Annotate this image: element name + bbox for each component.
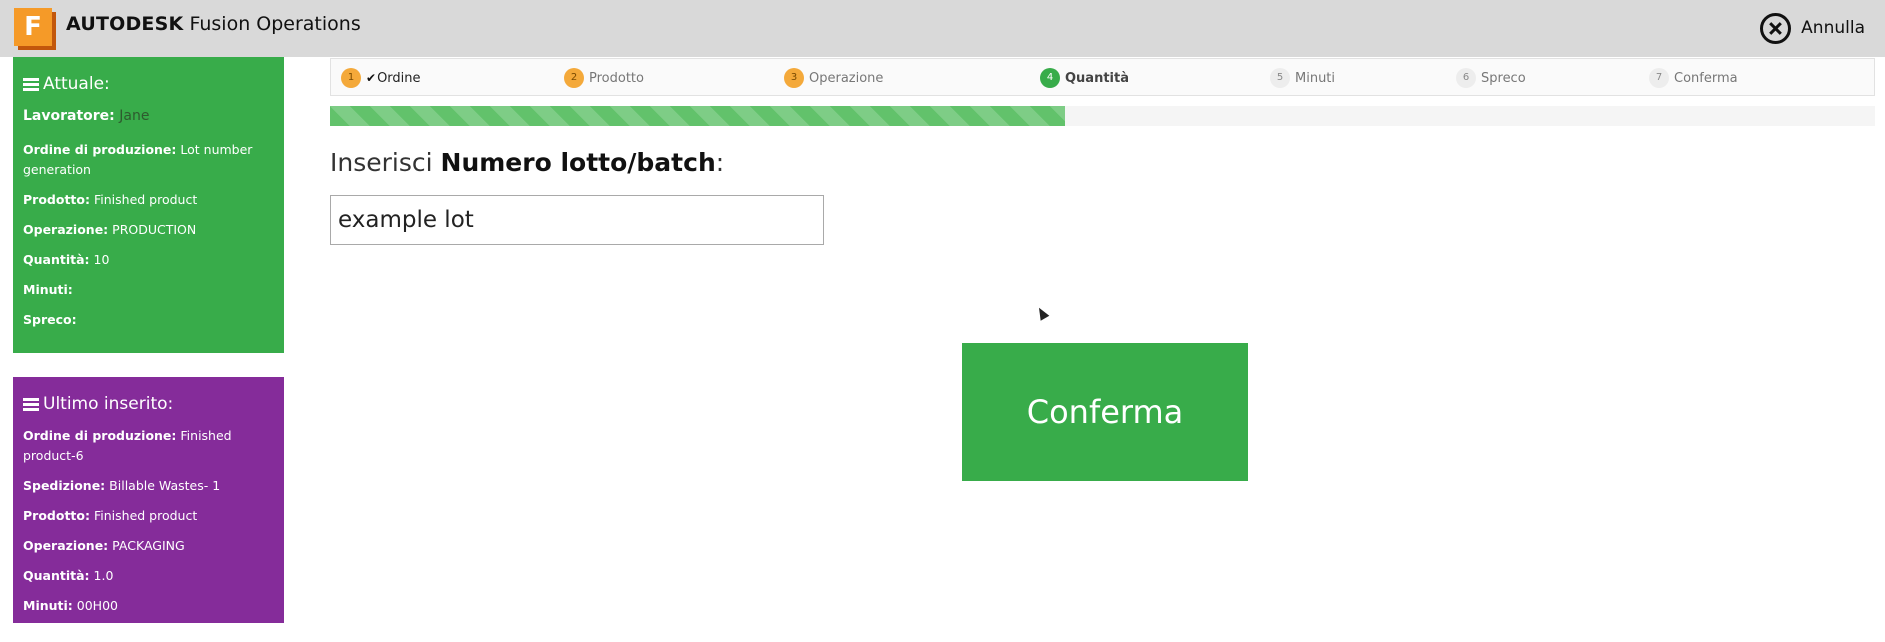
- step-number: 6: [1456, 68, 1476, 88]
- step-number: 2: [564, 68, 584, 88]
- current-panel-title: Attuale:: [23, 74, 274, 94]
- quantity-row: Quantità: 10: [23, 252, 110, 267]
- step-number: 7: [1649, 68, 1669, 88]
- order-row: Ordine di produzione: Lot number generat…: [23, 142, 253, 177]
- confirm-button[interactable]: Conferma: [962, 343, 1248, 481]
- field-prompt: Inserisci Numero lotto/batch:: [330, 148, 725, 177]
- brand-name: AUTODESK: [66, 13, 184, 35]
- fusion-logo: F: [14, 8, 56, 50]
- progress-bar: [330, 106, 1875, 126]
- worker-row: Lavoratore: Jane: [23, 108, 150, 124]
- product-row: Prodotto: Finished product: [23, 192, 198, 207]
- step-minuti: 5 Minuti: [1270, 68, 1335, 88]
- cancel-label: Annulla: [1801, 18, 1865, 38]
- check-icon: ✔: [366, 71, 377, 85]
- last-shipment-row: Spedizione: Billable Wastes- 1: [23, 478, 221, 493]
- step-label: Ordine: [377, 70, 421, 86]
- mouse-cursor: [1034, 305, 1050, 321]
- last-order-row: Ordine di produzione: Finished product-6: [23, 428, 232, 463]
- minutes-row: Minuti:: [23, 282, 73, 297]
- last-product-row: Prodotto: Finished product: [23, 508, 198, 523]
- step-label: Operazione: [809, 70, 884, 86]
- step-label: Minuti: [1295, 70, 1336, 86]
- step-label: Prodotto: [589, 70, 644, 86]
- operation-row: Operazione: PRODUCTION: [23, 222, 197, 237]
- last-minutes-row: Minuti: 00H00: [23, 598, 118, 613]
- step-number: 5: [1270, 68, 1290, 88]
- step-operazione[interactable]: 3 Operazione: [784, 68, 883, 88]
- step-number: 3: [784, 68, 804, 88]
- current-info-panel: Attuale: Lavoratore: Jane Ordine di prod…: [13, 57, 284, 353]
- cancel-button[interactable]: Annulla: [1760, 12, 1865, 44]
- step-number: 4: [1040, 68, 1060, 88]
- step-spreco: 6 Spreco: [1456, 68, 1526, 88]
- waste-row: Spreco:: [23, 312, 77, 327]
- close-circle-icon: [1760, 12, 1792, 44]
- step-conferma: 7 Conferma: [1649, 68, 1738, 88]
- menu-icon: [23, 397, 39, 411]
- progress-fill: [330, 106, 1066, 126]
- step-prodotto[interactable]: 2 Prodotto: [564, 68, 644, 88]
- last-quantity-row: Quantità: 1.0: [23, 568, 114, 583]
- wizard-steps: 1 ✔ Ordine 2 Prodotto 3 Operazione 4 Qua…: [330, 58, 1875, 96]
- app-header: F AUTODESK Fusion Operations Annulla: [0, 0, 1885, 57]
- step-label: Spreco: [1481, 70, 1526, 86]
- menu-icon: [23, 77, 39, 91]
- step-quantita[interactable]: 4 Quantità: [1040, 68, 1129, 88]
- lot-number-input[interactable]: [330, 195, 824, 245]
- step-label: Conferma: [1674, 70, 1738, 86]
- app-title: AUTODESK Fusion Operations: [66, 13, 361, 35]
- step-label: Quantità: [1065, 70, 1129, 86]
- last-panel-title: Ultimo inserito:: [23, 394, 274, 414]
- step-ordine[interactable]: 1 ✔ Ordine: [341, 68, 421, 88]
- last-operation-row: Operazione: PACKAGING: [23, 538, 185, 553]
- last-inserted-panel: Ultimo inserito: Ordine di produzione: F…: [13, 377, 284, 623]
- product-name: Fusion Operations: [183, 13, 361, 35]
- step-number: 1: [341, 68, 361, 88]
